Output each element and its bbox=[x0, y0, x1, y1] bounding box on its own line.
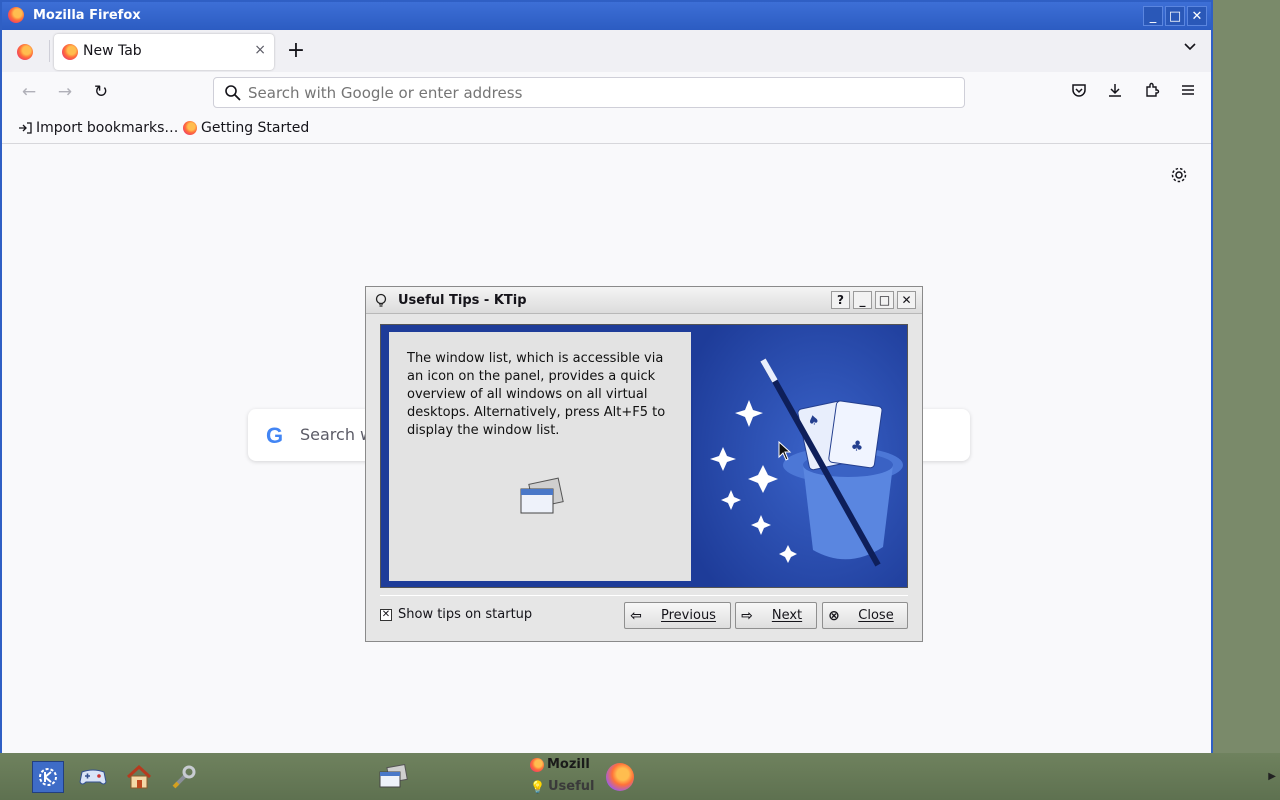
task-label: Mozill bbox=[547, 757, 590, 772]
taskbar: Mozill 💡 Useful ▶ bbox=[0, 753, 1280, 800]
tip-text: The window list, which is accessible via… bbox=[407, 351, 666, 438]
home-folder-icon[interactable] bbox=[123, 761, 155, 793]
firefox-logo-icon bbox=[8, 7, 24, 23]
extensions-button[interactable] bbox=[1142, 82, 1162, 102]
navigation-toolbar: ← → ↻ bbox=[2, 72, 1211, 112]
bulb-icon: 💡 bbox=[530, 779, 545, 794]
import-icon bbox=[19, 122, 32, 134]
chevron-down-icon bbox=[1184, 43, 1196, 51]
firefox-view-icon[interactable] bbox=[17, 44, 33, 60]
ktip-help-button[interactable]: ? bbox=[831, 291, 850, 309]
show-tips-on-startup-checkbox[interactable]: ✕ Show tips on startup bbox=[380, 607, 532, 622]
forward-button[interactable]: → bbox=[55, 82, 75, 102]
svg-text:♣: ♣ bbox=[850, 438, 865, 456]
downloads-button[interactable] bbox=[1105, 82, 1125, 102]
checkbox-box[interactable]: ✕ bbox=[380, 608, 392, 621]
window-list-icon bbox=[517, 477, 565, 521]
google-logo-icon: G bbox=[266, 423, 284, 448]
tip-panel: The window list, which is accessible via… bbox=[380, 324, 908, 588]
bookmark-import[interactable]: Import bookmarks… bbox=[18, 120, 178, 136]
task-label: Useful bbox=[547, 779, 595, 794]
window-close-button[interactable]: ✕ bbox=[1187, 6, 1207, 26]
window-list-taskbar-icon[interactable] bbox=[377, 761, 409, 793]
window-minimize-button[interactable]: _ bbox=[1143, 6, 1163, 26]
ktip-close-button[interactable]: ✕ bbox=[897, 291, 916, 309]
pocket-icon bbox=[1072, 84, 1086, 97]
tab-label: New Tab bbox=[83, 43, 142, 59]
ktip-maximize-button[interactable]: □ bbox=[875, 291, 894, 309]
taskbar-task-ktip[interactable]: 💡 Useful bbox=[530, 779, 594, 794]
url-bar[interactable] bbox=[213, 77, 965, 108]
settings-wrench-icon[interactable] bbox=[168, 761, 200, 793]
ktip-title: Useful Tips - KTip bbox=[398, 293, 527, 308]
window-maximize-button[interactable]: □ bbox=[1165, 6, 1185, 26]
taskbar-task-firefox[interactable]: Mozill bbox=[530, 757, 590, 772]
tab-close-icon[interactable]: × bbox=[254, 42, 266, 58]
hamburger-menu-icon bbox=[1182, 85, 1194, 95]
ktip-minimize-button[interactable]: _ bbox=[853, 291, 872, 309]
close-label: Close bbox=[858, 608, 894, 623]
bookmarks-toolbar: Import bookmarks… Getting Started bbox=[2, 112, 1211, 144]
next-button[interactable]: ⇨ Next bbox=[735, 602, 817, 629]
magic-hat-illustration: ♠ ♣ bbox=[693, 325, 907, 587]
firefox-icon bbox=[183, 121, 197, 135]
firefox-launcher-icon[interactable] bbox=[604, 761, 636, 793]
personalize-gear-icon[interactable] bbox=[1170, 166, 1188, 189]
ktip-titlebar[interactable]: Useful Tips - KTip ? _ □ ✕ bbox=[366, 287, 922, 314]
google-search-placeholder: Search w bbox=[300, 425, 374, 444]
close-circle-icon: ⊗ bbox=[828, 607, 840, 624]
bookmark-label: Import bookmarks… bbox=[36, 120, 179, 136]
bookmark-getting-started[interactable]: Getting Started bbox=[183, 120, 309, 136]
next-label: Next bbox=[771, 608, 803, 623]
new-tab-button[interactable]: + bbox=[285, 38, 307, 63]
list-all-tabs-button[interactable] bbox=[1183, 40, 1197, 58]
firefox-tab-icon bbox=[62, 44, 78, 60]
ktip-dialog: Useful Tips - KTip ? _ □ ✕ The window li… bbox=[365, 286, 923, 642]
bulb-icon bbox=[375, 293, 387, 313]
arrow-right-icon: ⇨ bbox=[741, 607, 753, 624]
tab-separator bbox=[49, 40, 50, 62]
app-menu-button[interactable] bbox=[1178, 82, 1198, 102]
tip-text-box: The window list, which is accessible via… bbox=[389, 332, 691, 581]
puzzle-icon bbox=[1146, 82, 1160, 97]
download-icon bbox=[1109, 84, 1121, 97]
firefox-icon bbox=[530, 757, 544, 772]
checkbox-label: Show tips on startup bbox=[398, 607, 533, 622]
tab-new-tab[interactable]: New Tab × bbox=[54, 34, 274, 70]
reload-button[interactable]: ↻ bbox=[91, 82, 111, 102]
url-input[interactable] bbox=[248, 84, 948, 102]
pocket-button[interactable] bbox=[1069, 82, 1089, 102]
close-button[interactable]: ⊗ Close bbox=[822, 602, 908, 629]
tab-bar: New Tab × + bbox=[2, 30, 1211, 72]
window-title: Mozilla Firefox bbox=[33, 8, 141, 23]
previous-label: Previous bbox=[661, 608, 716, 623]
bookmark-label: Getting Started bbox=[201, 120, 310, 136]
search-icon bbox=[224, 84, 242, 106]
previous-button[interactable]: ⇦ Previous bbox=[624, 602, 731, 629]
gamepad-icon[interactable] bbox=[77, 761, 109, 793]
taskbar-scroll-arrow-icon[interactable]: ▶ bbox=[1268, 771, 1276, 782]
kde-menu-icon[interactable] bbox=[32, 761, 64, 793]
dialog-separator bbox=[380, 595, 908, 596]
window-titlebar[interactable]: Mozilla Firefox _ □ ✕ bbox=[2, 2, 1211, 30]
back-button[interactable]: ← bbox=[19, 82, 39, 102]
arrow-left-icon: ⇦ bbox=[630, 607, 642, 624]
mouse-cursor-icon bbox=[778, 441, 792, 461]
